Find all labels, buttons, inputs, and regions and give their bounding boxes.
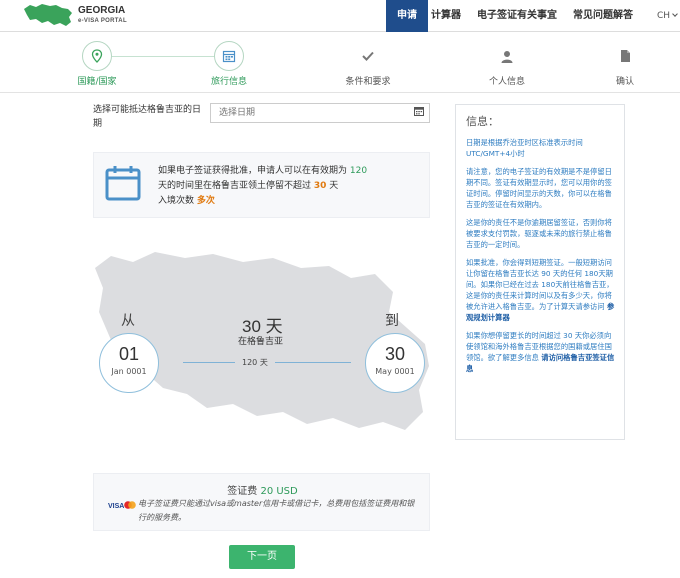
logo-title: GEORGIA (78, 5, 126, 16)
fee-amount: 20 USD (260, 486, 298, 497)
from-label: 从 (121, 313, 135, 329)
info-short-term-note: 如果批准，你会得到短期签证。一般短期访问让你留在格鲁吉亚长达 90 天的任何 1… (466, 257, 618, 323)
stay-range-visual: 从 01 Jan 0001 30 天 在格鲁吉亚 120 天 到 30 May … (93, 248, 433, 438)
step-confirm[interactable]: 确认 (580, 41, 670, 87)
step-circle (82, 41, 112, 71)
notice-part3: 天 (329, 181, 339, 191)
step-circle (492, 41, 522, 71)
from-month: Jan 0001 (111, 367, 147, 376)
info-body: 日期是根据乔治亚时区标准表示时间UTC/GMT+4小时 请注意，您的电子签证的有… (466, 137, 618, 381)
visa-validity-text: 如果电子签证获得批准，申请人可以在有效期为 120 天的时间里在格鲁吉亚领土停留… (158, 164, 428, 209)
step-circle (214, 41, 244, 71)
check-icon (362, 51, 374, 61)
info-short-term-text: 如果批准，你会得到短期签证。一般短期访问让你留在格鲁吉亚长达 90 天的任何 1… (466, 258, 614, 311)
nav-faq[interactable]: 常见问题解答 (573, 0, 633, 32)
person-icon (501, 50, 513, 63)
entries-value: 多次 (196, 196, 215, 206)
stay-in-georgia-label: 在格鲁吉亚 (238, 337, 284, 347)
fee-label: 签证费 (227, 486, 258, 497)
language-label: CH (657, 11, 671, 21)
step-label: 国籍/国家 (77, 77, 117, 87)
visa-validity-notice: 如果电子签证获得批准，申请人可以在有效期为 120 天的时间里在格鲁吉亚领土停留… (93, 152, 430, 218)
step-personal-info[interactable]: 个人信息 (462, 41, 552, 87)
visa-mastercard-icon: VISA (108, 501, 136, 510)
progress-steps: 国籍/国家 旅行信息 条件和要求 个人信息 确认 (0, 33, 680, 93)
from-date-circle: 01 Jan 0001 (99, 333, 159, 393)
step-circle (610, 41, 640, 71)
step-circle (353, 41, 383, 71)
georgia-map-logo-icon[interactable] (22, 2, 76, 28)
calendar-picker-icon[interactable] (414, 106, 424, 116)
calendar-icon (222, 50, 236, 63)
next-page-button[interactable]: 下一页 (229, 545, 295, 569)
step-label: 确认 (615, 77, 634, 87)
to-date-circle: 30 May 0001 (365, 333, 425, 393)
info-long-stay-note: 如果你想停留更长的时间超过 30 天你必须向使领馆和海外格鲁吉亚根据您的国籍或居… (466, 330, 618, 374)
document-icon (620, 50, 630, 62)
to-month: May 0001 (375, 367, 415, 376)
to-day: 30 (384, 344, 406, 364)
language-selector[interactable]: CH (657, 0, 678, 32)
validity-span-label: 120 天 (242, 358, 268, 367)
arrival-date-input[interactable] (210, 103, 430, 123)
notice-part1: 如果电子签证获得批准，申请人可以在有效期为 (158, 166, 348, 176)
step-conditions[interactable]: 条件和要求 (323, 41, 413, 87)
top-header: GEORGIA e-VISA PORTAL 申请 计算器 电子签证有关事宜 常见… (0, 0, 680, 32)
nav-apply[interactable]: 申请 (386, 0, 428, 32)
info-validity-note: 请注意，您的电子签证的有效期是不是停留日期不同。签证有效期显示时，您可以用你的签… (466, 167, 612, 209)
range-line-left (183, 362, 235, 363)
portal-logo-text[interactable]: GEORGIA e-VISA PORTAL (78, 6, 127, 26)
chevron-down-icon (672, 11, 678, 17)
step-label: 个人信息 (488, 77, 525, 87)
notice-part4: 入境次数 (158, 196, 195, 206)
map-pin-icon (91, 49, 103, 63)
fee-payment-note: 电子签证费只能通过visa或master信用卡或借记卡，总费用包括签证费用和银行… (138, 499, 415, 522)
step-label: 条件和要求 (345, 77, 391, 87)
validity-days: 120 (349, 166, 368, 176)
logo-subtitle: e-VISA PORTAL (78, 18, 127, 24)
nav-calculator[interactable]: 计算器 (431, 0, 461, 32)
info-title: 信息： (466, 115, 499, 128)
notice-part2: 天的时间里在格鲁吉亚领土停留不超过 (158, 181, 312, 191)
info-timezone-note: 日期是根据乔治亚时区标准表示时间UTC/GMT+4小时 (466, 138, 583, 158)
arrival-date-label: 选择可能抵达格鲁吉亚的日期 (93, 105, 202, 129)
from-day: 01 (118, 344, 140, 364)
info-panel: 信息： 日期是根据乔治亚时区标准表示时间UTC/GMT+4小时 请注意，您的电子… (455, 104, 625, 440)
range-line-right (275, 362, 351, 363)
step-label: 旅行信息 (210, 77, 247, 87)
info-overstay-note: 这是你的责任不是你逾期居留签证，否则你将被要求支付罚款，驱逐或未来的旅行禁止格鲁… (466, 218, 612, 249)
visa-fee-box: 签证费 20 USD VISA 电子签证费只能通过visa或master信用卡或… (93, 473, 430, 531)
nav-evisa-matters[interactable]: 电子签证有关事宜 (477, 0, 557, 32)
svg-text:VISA: VISA (108, 503, 124, 510)
stay-days: 30 (313, 181, 327, 191)
calendar-icon (105, 166, 141, 201)
step-nationality[interactable]: 国籍/国家 (52, 41, 142, 87)
fee-line: 签证费 20 USD (94, 482, 431, 497)
step-travel-info[interactable]: 旅行信息 (184, 41, 274, 87)
to-label: 到 (385, 313, 399, 329)
